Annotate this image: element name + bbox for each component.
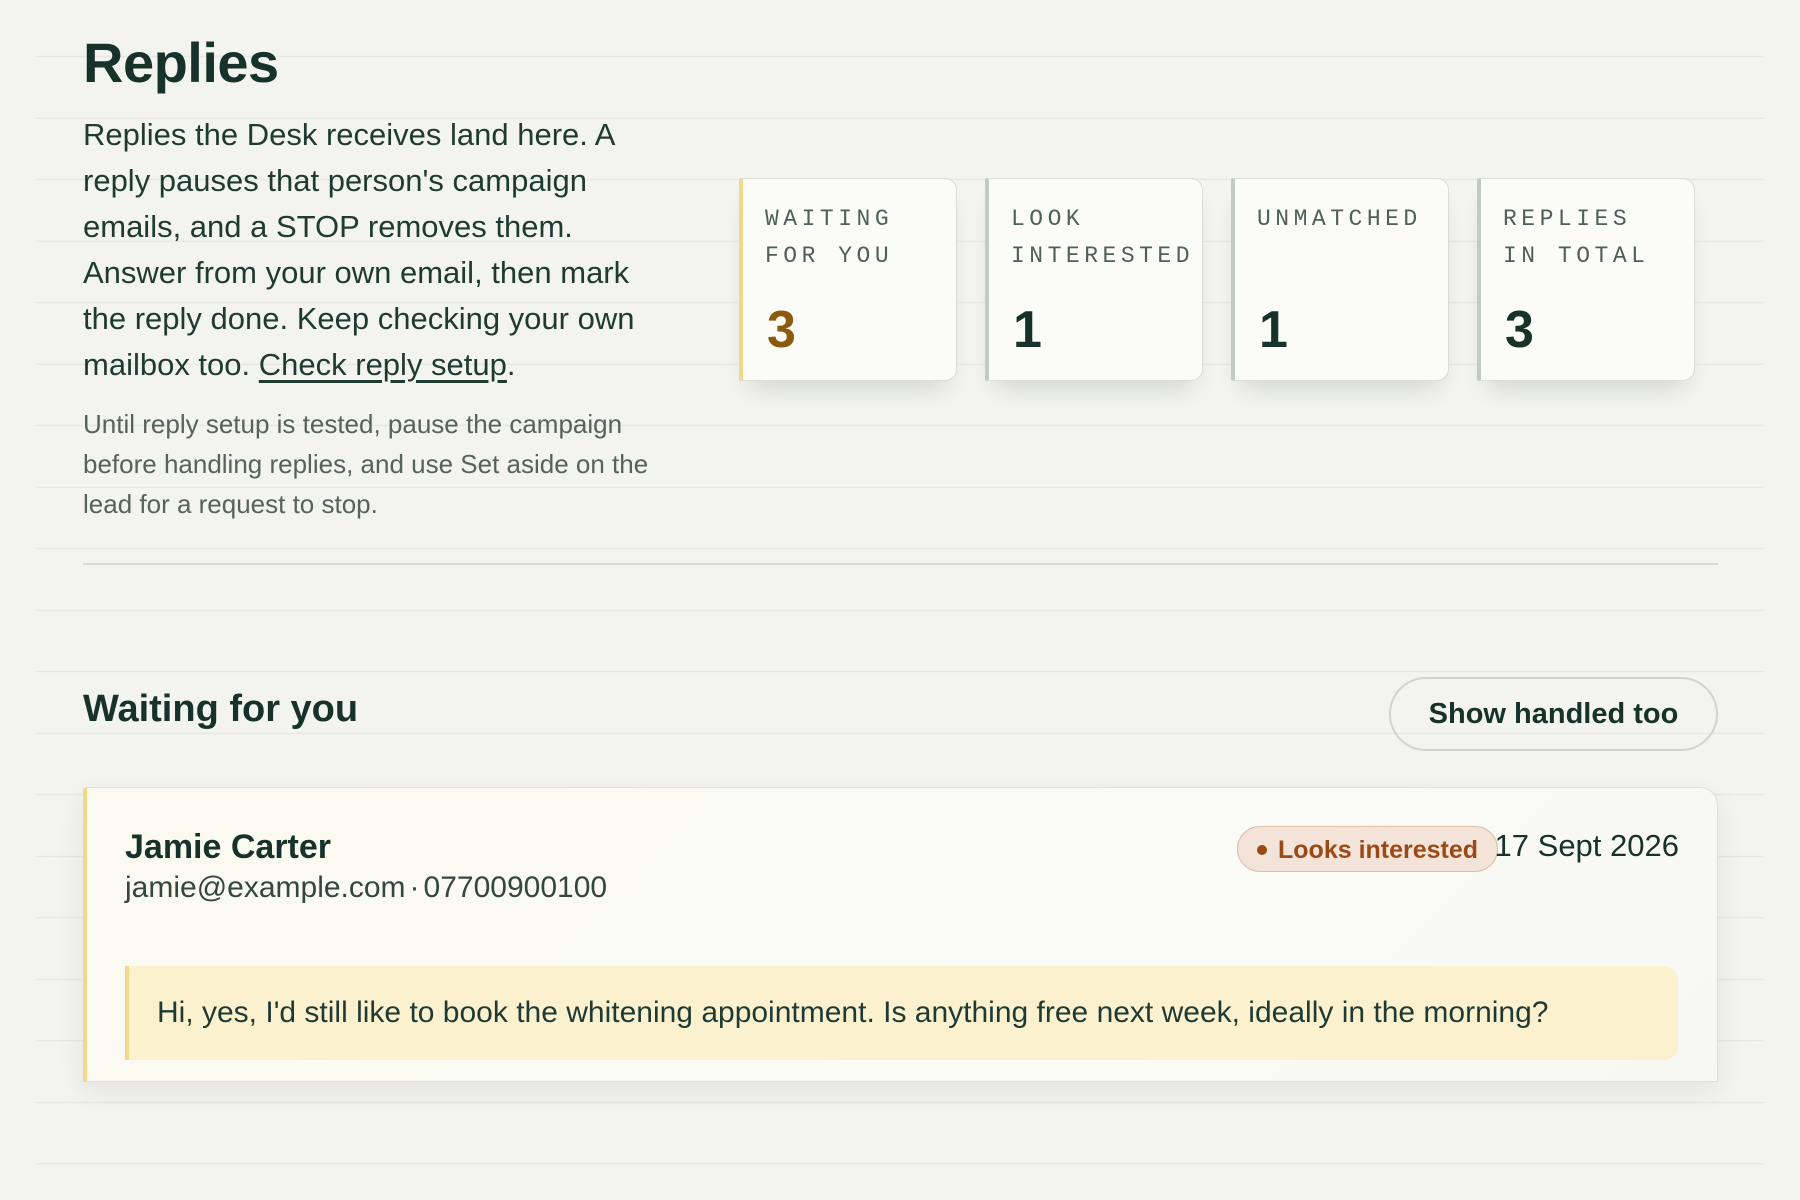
stat-label: Waiting for you <box>765 206 894 269</box>
stat-value: 3 <box>1505 301 1534 359</box>
setup-note: Until reply setup is tested, pause the c… <box>83 409 649 519</box>
replies-page: Replies Replies the Desk receives land h… <box>83 0 1718 1200</box>
lead-name: Jamie Carter <box>125 828 332 866</box>
stat-label: Look interested <box>1011 206 1195 269</box>
stat-value: 1 <box>1013 301 1042 359</box>
intro-period: . <box>506 347 516 382</box>
lead-contact: jamie@example.com · 07700900100 <box>125 871 607 905</box>
show-handled-button[interactable]: Show handled too <box>1389 677 1718 751</box>
status-badge: Looks interested <box>1237 826 1499 872</box>
stat-card-interested: Look interested 1 <box>985 178 1203 381</box>
lead-email: jamie@example.com <box>125 871 406 904</box>
stat-card-waiting: Waiting for you 3 <box>739 178 957 381</box>
intro-text: Replies the Desk receives land here. A r… <box>83 112 663 388</box>
section-title: Waiting for you <box>83 688 359 730</box>
stat-card-total: Replies in total 3 <box>1477 178 1695 381</box>
stat-label: Replies in total <box>1503 206 1650 269</box>
page-title: Replies <box>83 31 279 94</box>
reply-message: Hi, yes, I'd still like to book the whit… <box>125 966 1678 1060</box>
stat-value: 3 <box>767 301 796 359</box>
stat-card-unmatched: Unmatched 1 <box>1231 178 1449 381</box>
reply-card[interactable]: Jamie Carter jamie@example.com · 077009001… <box>83 787 1718 1082</box>
reply-date: 17 Sept 2026 <box>1494 828 1679 863</box>
contact-separator: · <box>409 871 420 904</box>
section-divider <box>83 563 1718 565</box>
stats-row: Waiting for you 3 Look interested 1 Unma… <box>739 178 1695 381</box>
intro-body: Replies the Desk receives land here. A r… <box>83 117 635 382</box>
stat-label: Unmatched <box>1257 206 1422 232</box>
lead-phone: 07700900100 <box>423 871 608 904</box>
check-reply-setup-link[interactable]: Check reply setup <box>259 347 507 382</box>
stat-value: 1 <box>1259 301 1288 359</box>
